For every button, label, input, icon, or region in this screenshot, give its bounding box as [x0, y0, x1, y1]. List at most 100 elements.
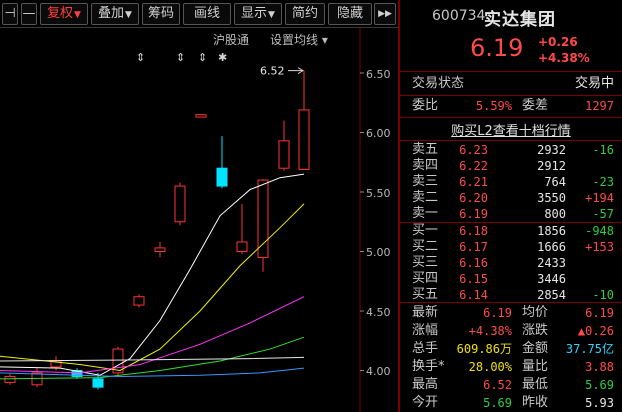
ask-price: 6.23	[459, 143, 488, 157]
ask-row[interactable]: 卖一 6.19 800 -57	[400, 206, 622, 222]
bid-price: 6.15	[459, 272, 488, 286]
ask-delta: -23	[592, 175, 614, 189]
bid-price: 6.17	[459, 240, 488, 254]
divider	[400, 140, 622, 141]
lb-value: 3.88	[585, 360, 614, 374]
bid-level-label: 买五	[412, 287, 439, 302]
candle-up	[298, 109, 310, 170]
candle-up	[174, 185, 186, 223]
bid-level-label: 买二	[412, 239, 439, 254]
bid-row[interactable]: 买二 6.17 1666 +153	[400, 239, 622, 255]
divider	[400, 95, 622, 96]
ask-level-label: 卖三	[412, 174, 439, 189]
ask-level-label: 卖二	[412, 190, 439, 205]
event-mark-icon: ⇕	[136, 51, 145, 64]
bid-volume: 2433	[537, 256, 566, 270]
open-value: 5.69	[483, 396, 512, 410]
latest-label: 最新	[412, 305, 439, 320]
bid-price: 6.14	[459, 288, 488, 302]
ask-level-label: 卖五	[412, 142, 439, 157]
ask-delta: +194	[585, 191, 614, 205]
divider	[400, 302, 622, 303]
trade-status-value: 交易中	[574, 76, 614, 91]
ask-row[interactable]: 卖五 6.23 2932 -16	[400, 142, 622, 158]
weibi-row: 委比 5.59% 委差 1297	[400, 97, 622, 115]
amount-value: 37.75亿	[565, 342, 614, 356]
candle-up	[195, 114, 207, 118]
ask-delta: -16	[592, 143, 614, 157]
axis-label: 6.00	[366, 127, 391, 140]
bid-row[interactable]: 买五 6.14 2854 -10	[400, 287, 622, 303]
axis-label: 4.50	[366, 306, 391, 319]
ask-delta: -57	[592, 207, 614, 221]
ask-volume: 3550	[537, 191, 566, 205]
candle-up	[257, 179, 269, 258]
trade-status-label: 交易状态	[412, 76, 465, 91]
axis-label: 4.00	[366, 365, 391, 378]
ask-volume: 800	[544, 207, 566, 221]
ask-price: 6.19	[459, 207, 488, 221]
event-mark-icon: ⇕	[176, 51, 185, 64]
avg-label: 均价	[522, 305, 549, 320]
ask-price: 6.20	[459, 191, 488, 205]
ask-row[interactable]: 卖四 6.22 2912	[400, 158, 622, 174]
ask-volume: 764	[544, 175, 566, 189]
bid-level-label: 买三	[412, 255, 439, 270]
bid-delta: +153	[585, 240, 614, 254]
axis-label: 6.50	[366, 68, 391, 81]
ask-level-label: 卖四	[412, 158, 439, 173]
quote-panel: 600734 实达集团 6.19 +0.26 +4.38% 交易状态 交易中 委…	[398, 0, 622, 412]
weibi-label: 委比	[412, 98, 439, 113]
zd-label: 涨跌	[522, 323, 549, 338]
bid-volume: 1856	[537, 224, 566, 238]
bid-volume: 3446	[537, 272, 566, 286]
bid-volume: 1666	[537, 240, 566, 254]
axis-label: 5.00	[366, 246, 391, 259]
price-axis: 6.50 6.00 5.50 5.00 4.50 4.00	[360, 28, 398, 412]
candle-up	[278, 140, 290, 169]
volume-value: 609.86万	[456, 342, 512, 356]
high-value: 6.52	[483, 378, 512, 392]
ask-row[interactable]: 卖二 6.20 3550 +194	[400, 190, 622, 206]
bid-row[interactable]: 买四 6.15 3446	[400, 271, 622, 287]
volume-label: 总手	[412, 341, 439, 356]
ask-volume: 2932	[537, 143, 566, 157]
bid-level-label: 买四	[412, 271, 439, 286]
bid-row[interactable]: 买一 6.18 1856 -948	[400, 223, 622, 239]
weibi-value: 5.59%	[475, 99, 512, 113]
axis-label: 5.50	[366, 187, 391, 200]
zd-value: ▲0.26	[577, 324, 614, 338]
stats-row: 涨幅 +4.38% 涨跌 ▲0.26	[400, 322, 622, 340]
candle-down	[216, 167, 228, 187]
ask-volume: 2912	[537, 159, 566, 173]
kline-chart-panel[interactable]: ⊣ — 复权▼ 叠加▼ 筹码 画线 显示▼ 简约 隐藏 ▶▶ 沪股通 设置均线 …	[0, 0, 398, 412]
turnover-value: 28.00%	[468, 360, 512, 374]
bid-price: 6.18	[459, 224, 488, 238]
zf-label: 涨幅	[412, 323, 439, 338]
weicha-label: 委差	[522, 98, 549, 113]
bid-row[interactable]: 买三 6.16 2433	[400, 255, 622, 271]
candle-up	[133, 296, 145, 306]
prev-label: 昨收	[522, 395, 549, 410]
low-value: 5.69	[585, 378, 614, 392]
turnover-label: 换手*	[412, 359, 445, 374]
stock-code: 600734	[432, 8, 486, 24]
event-mark-icon: ⇕	[198, 51, 207, 64]
lb-label: 量比	[522, 359, 549, 374]
ask-row[interactable]: 卖三 6.21 764 -23	[400, 174, 622, 190]
ask-price: 6.21	[459, 175, 488, 189]
kline-svg[interactable]: 6.52 ⇕ ⇕ ⇕ ✱	[0, 0, 398, 412]
bid-price: 6.16	[459, 256, 488, 270]
trade-status-row: 交易状态 交易中	[400, 75, 622, 93]
divider	[400, 117, 622, 118]
candle-up	[236, 241, 248, 252]
stats-row: 总手 609.86万 金额 37.75亿	[400, 340, 622, 358]
stats-row: 今开 5.69 昨收 5.93	[400, 394, 622, 412]
bid-level-label: 买一	[412, 223, 439, 238]
stats-row: 最高 6.52 最低 5.69	[400, 376, 622, 394]
high-marker-label: 6.52	[260, 65, 285, 78]
bid-volume: 2854	[537, 288, 566, 302]
bid-delta: -10	[592, 288, 614, 302]
l2-upgrade-link[interactable]: 购买L2查看十档行情	[400, 120, 622, 139]
event-mark-icon: ✱	[218, 51, 227, 64]
